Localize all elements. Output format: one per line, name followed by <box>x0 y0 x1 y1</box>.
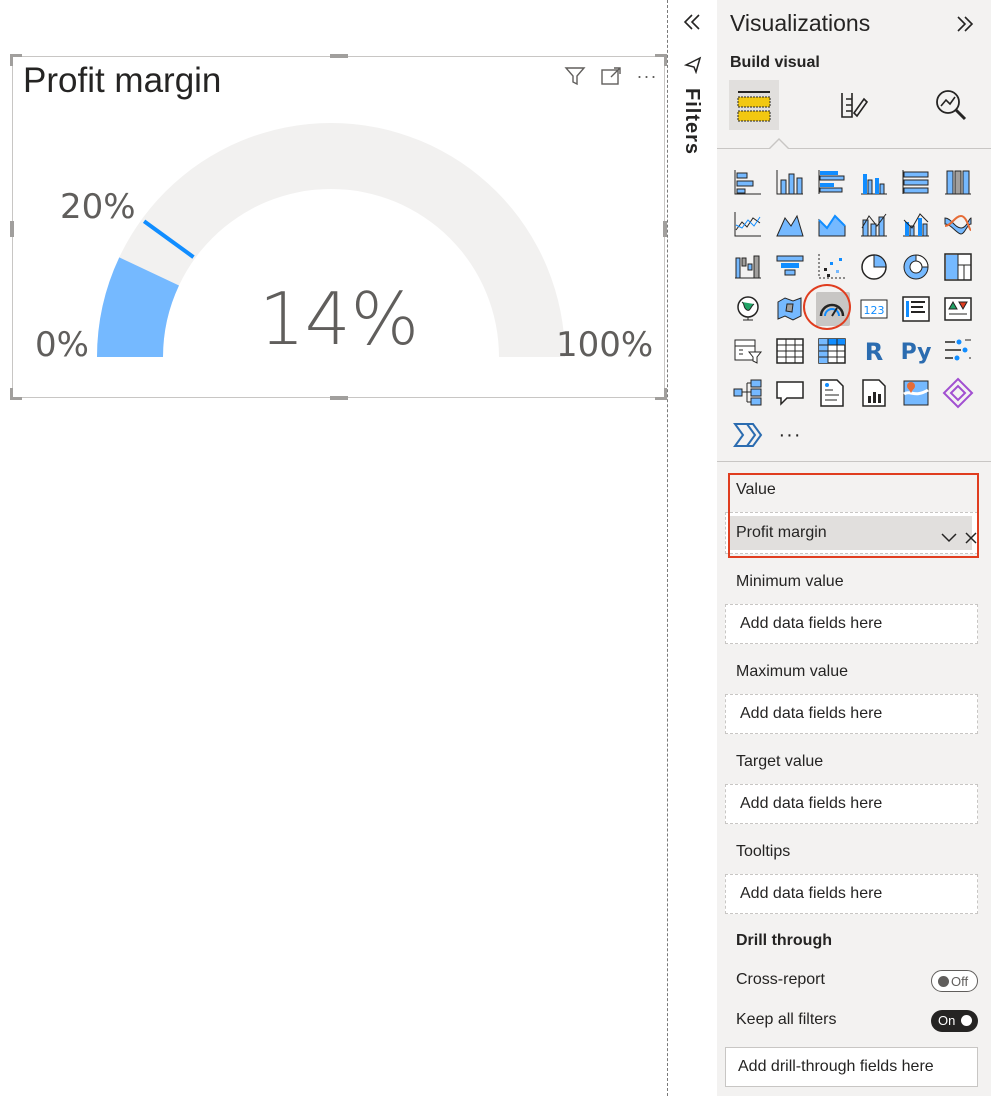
funnel-chart-icon[interactable] <box>769 246 811 288</box>
report-canvas: Profit margin ··· 20% 0% 100% 14% <box>0 0 667 1096</box>
donut-chart-icon[interactable] <box>895 246 937 288</box>
python-visual-icon[interactable]: Py <box>895 330 937 372</box>
card-icon[interactable]: 123 <box>853 288 895 330</box>
keep-all-filters-toggle[interactable]: On <box>931 1010 978 1032</box>
max-value-well[interactable]: Add data fields here <box>725 694 978 734</box>
filled-map-icon[interactable] <box>769 288 811 330</box>
slicer-icon[interactable] <box>727 330 769 372</box>
area-chart-icon[interactable] <box>769 204 811 246</box>
tab-caret-inner <box>770 140 788 149</box>
multi-row-card-icon[interactable] <box>895 288 937 330</box>
r-script-visual-icon[interactable]: R <box>853 330 895 372</box>
key-influencers-icon[interactable] <box>937 330 979 372</box>
table-icon[interactable] <box>769 330 811 372</box>
stacked-area-chart-icon[interactable] <box>811 204 853 246</box>
ribbon-chart-icon[interactable] <box>937 204 979 246</box>
line-stacked-column-icon[interactable] <box>853 204 895 246</box>
toggle-knob <box>961 1015 972 1026</box>
stacked-column-chart-icon[interactable] <box>769 162 811 204</box>
format-visual-tab[interactable] <box>827 80 877 130</box>
clustered-bar-chart-icon[interactable] <box>811 162 853 204</box>
min-well-label: Minimum value <box>736 573 844 590</box>
chevron-down-icon[interactable] <box>940 525 958 559</box>
tab-underline <box>717 148 991 149</box>
qa-visual-icon[interactable] <box>769 372 811 414</box>
gallery-separator <box>717 461 991 462</box>
gauge-max-label: 100% <box>556 325 654 365</box>
stacked-bar-chart-icon[interactable] <box>727 162 769 204</box>
value-well-label: Value <box>736 481 776 498</box>
filter-funnel-icon[interactable] <box>683 56 702 79</box>
filters-label[interactable]: Filters <box>680 88 703 155</box>
visualizations-title: Visualizations <box>730 10 871 36</box>
power-apps-icon[interactable] <box>937 372 979 414</box>
line-chart-icon[interactable] <box>727 204 769 246</box>
decomposition-tree-icon[interactable] <box>727 372 769 414</box>
drill-through-heading: Drill through <box>736 932 832 949</box>
value-field-pill[interactable]: Profit margin <box>730 516 977 550</box>
pie-chart-icon[interactable] <box>853 246 895 288</box>
treemap-icon[interactable] <box>937 246 979 288</box>
paginated-report-icon[interactable] <box>853 372 895 414</box>
100-stacked-column-chart-icon[interactable] <box>937 162 979 204</box>
tooltips-well-label: Tooltips <box>736 843 791 860</box>
expand-pane-icon[interactable] <box>953 12 977 36</box>
svg-text:Py: Py <box>901 340 932 365</box>
line-clustered-column-icon[interactable] <box>895 204 937 246</box>
matrix-icon[interactable] <box>811 330 853 372</box>
power-automate-icon[interactable] <box>727 414 769 456</box>
build-visual-icon <box>737 91 771 122</box>
cross-report-toggle[interactable]: Off <box>931 970 978 992</box>
drill-through-well[interactable]: Add drill-through fields here <box>725 1047 978 1087</box>
gauge-visual[interactable]: Profit margin ··· 20% 0% 100% 14% <box>10 54 667 400</box>
min-value-well[interactable]: Add data fields here <box>725 604 978 644</box>
toggle-state-label: On <box>938 1013 956 1028</box>
gauge-icon[interactable] <box>811 288 853 330</box>
target-value-well[interactable]: Add data fields here <box>725 784 978 824</box>
gauge-value-label: 14% <box>259 277 420 361</box>
scatter-chart-icon[interactable] <box>811 246 853 288</box>
value-well[interactable]: Profit margin <box>725 512 978 554</box>
toggle-knob <box>938 976 949 987</box>
kpi-icon[interactable] <box>937 288 979 330</box>
value-field-name: Profit margin <box>736 524 827 541</box>
analytics-tab[interactable] <box>926 80 976 130</box>
filters-pane: Filters <box>668 0 717 1096</box>
tooltips-well[interactable]: Add data fields here <box>725 874 978 914</box>
format-paintbrush-icon <box>841 93 869 118</box>
target-well-label: Target value <box>736 753 824 770</box>
build-visual-heading: Build visual <box>730 54 820 71</box>
analytics-magnifier-icon <box>936 90 967 121</box>
keep-all-filters-label: Keep all filters <box>736 1011 837 1028</box>
visualizations-pane: Visualizations Build visual 123 R Py ··· Va… <box>717 0 991 1096</box>
gauge-target-label: 20% <box>60 187 136 227</box>
gauge-min-label: 0% <box>35 325 89 365</box>
clustered-column-chart-icon[interactable] <box>853 162 895 204</box>
svg-text:123: 123 <box>864 304 885 317</box>
map-icon[interactable] <box>727 288 769 330</box>
toggle-state-label: Off <box>951 974 969 989</box>
max-well-label: Maximum value <box>736 663 849 680</box>
collapse-filters-icon[interactable] <box>680 10 704 34</box>
more-visuals-icon[interactable]: ··· <box>769 414 811 456</box>
svg-text:R: R <box>865 338 883 366</box>
100-stacked-bar-chart-icon[interactable] <box>895 162 937 204</box>
azure-map-icon[interactable] <box>895 372 937 414</box>
smart-narrative-icon[interactable] <box>811 372 853 414</box>
cross-report-label: Cross-report <box>736 971 825 988</box>
remove-field-icon[interactable] <box>963 525 979 559</box>
build-visual-tab[interactable] <box>729 80 779 130</box>
waterfall-chart-icon[interactable] <box>727 246 769 288</box>
visual-type-gallery: 123 R Py ··· <box>727 162 987 456</box>
